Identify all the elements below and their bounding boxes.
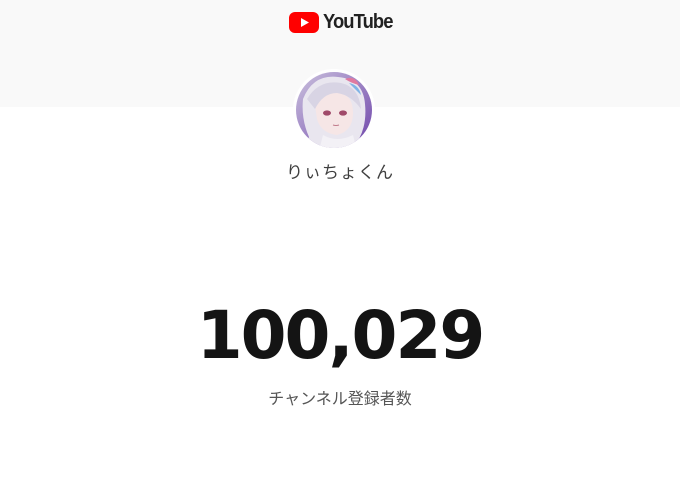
youtube-logo[interactable]: YouTube	[289, 11, 399, 33]
channel-avatar[interactable]	[293, 69, 375, 151]
youtube-logo-icon	[289, 11, 319, 33]
page: YouTube りぃちょくん 100,029 チャンネル登録者数	[0, 0, 680, 489]
subscriber-count: 100,029	[196, 297, 486, 374]
channel-name[interactable]: りぃちょくん	[0, 158, 680, 183]
subscriber-label: チャンネル登録者数	[268, 389, 412, 408]
youtube-logo-text: YouTube	[323, 11, 393, 33]
avatar-illustration	[293, 69, 375, 151]
